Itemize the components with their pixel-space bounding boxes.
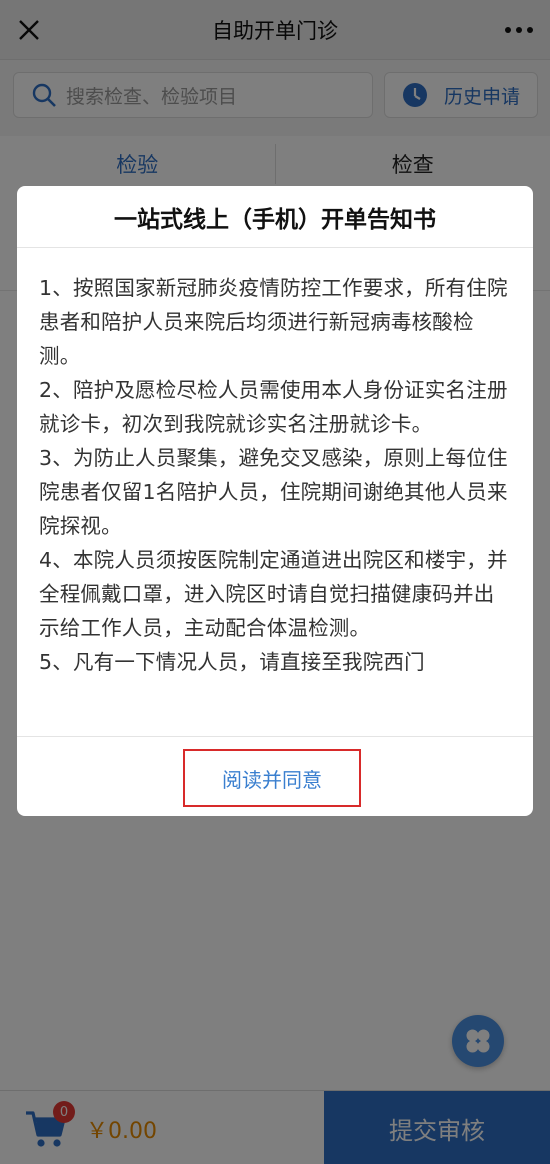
notice-paragraph: 2、陪护及愿检尽检人员需使用本人身份证实名注册就诊卡，初次到我院就诊实名注册就诊… (39, 378, 508, 436)
notice-paragraph: 3、为防止人员聚集，避免交叉感染，原则上每位住院患者仅留1名陪护人员，住院期间谢… (39, 446, 508, 538)
agree-button[interactable]: 阅读并同意 (183, 749, 361, 807)
notice-paragraph: 5、凡有一下情况人员，请直接至我院西门 (39, 650, 425, 674)
notice-modal: 一站式线上（手机）开单告知书 1、按照国家新冠肺炎疫情防控工作要求，所有住院患者… (17, 186, 533, 816)
notice-paragraph: 4、本院人员须按医院制定通道进出院区和楼宇，并全程佩戴口罩，进入院区时请自觉扫描… (39, 548, 508, 640)
modal-body[interactable]: 1、按照国家新冠肺炎疫情防控工作要求，所有住院患者和陪护人员来院后均须进行新冠病… (17, 249, 533, 735)
modal-footer: 阅读并同意 (17, 736, 533, 816)
notice-paragraph: 1、按照国家新冠肺炎疫情防控工作要求，所有住院患者和陪护人员来院后均须进行新冠病… (39, 276, 508, 368)
modal-title: 一站式线上（手机）开单告知书 (17, 186, 533, 248)
